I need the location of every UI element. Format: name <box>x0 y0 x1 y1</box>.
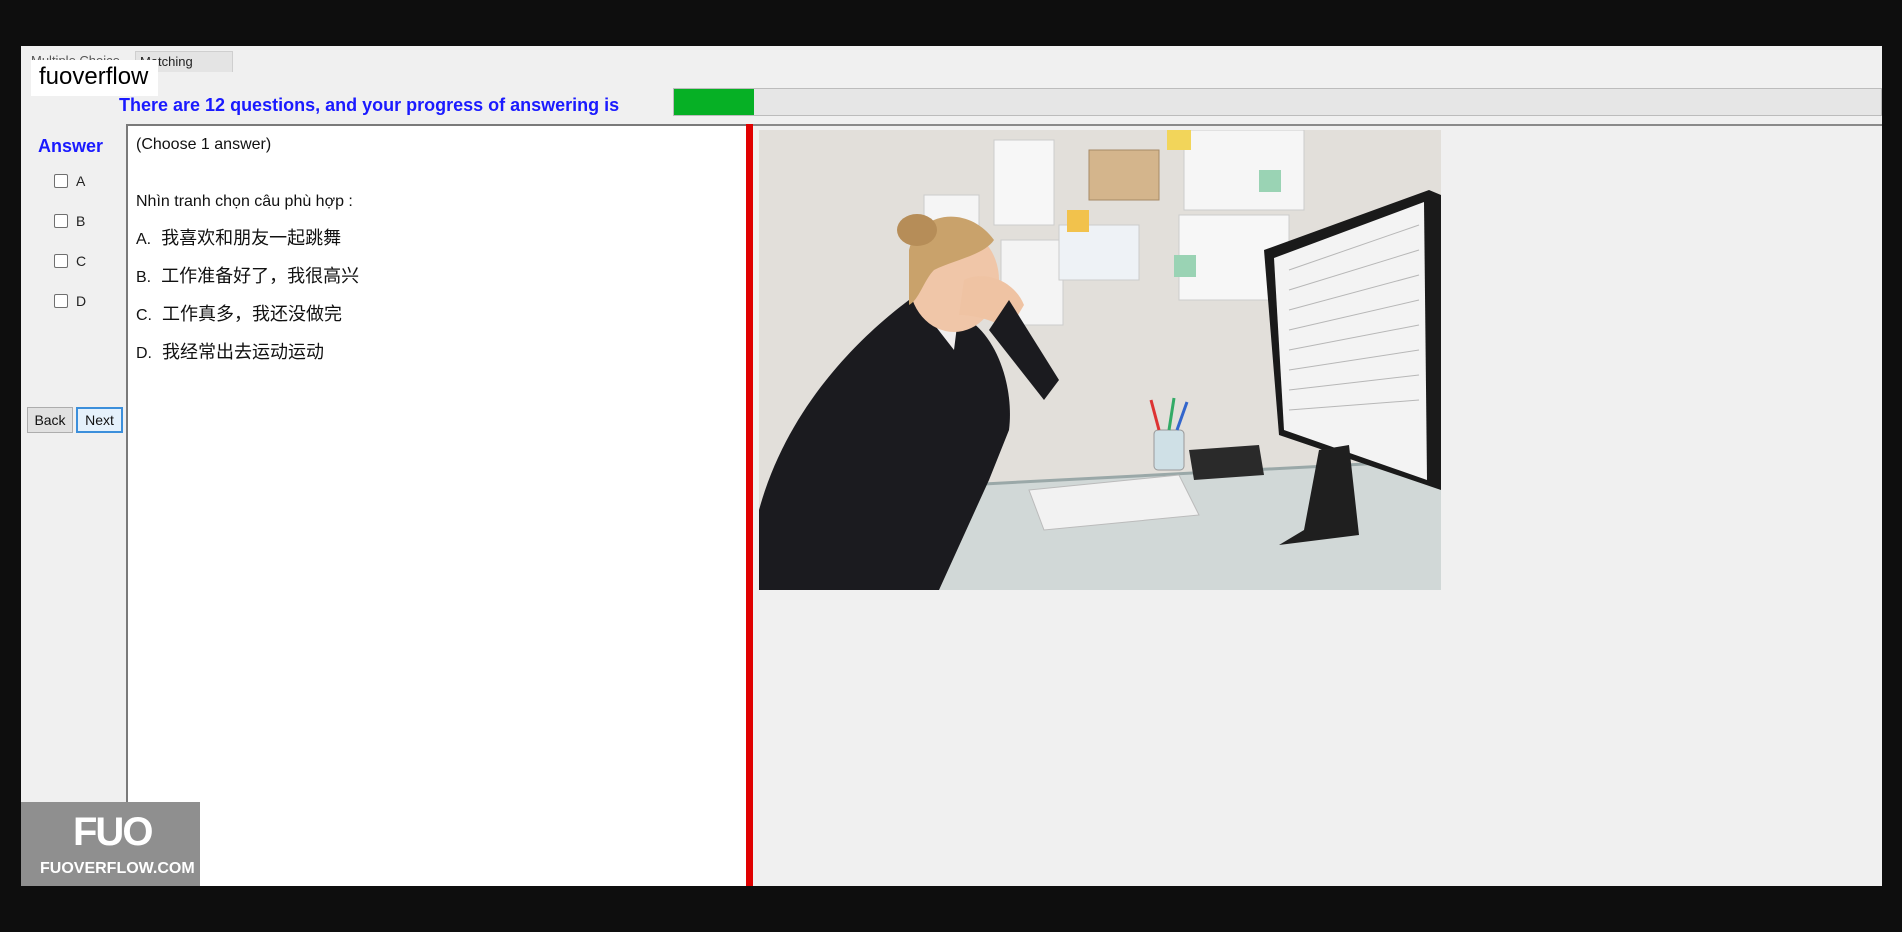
choice-a: A. 我喜欢和朋友一起跳舞 <box>136 224 341 250</box>
option-label: A <box>76 173 86 189</box>
logo-site: FUOVERFLOW.COM <box>40 860 195 877</box>
choice-text: 我经常出去运动运动 <box>162 342 324 363</box>
watermark-label: fuoverflow <box>31 60 159 96</box>
choice-letter: C. <box>136 307 152 324</box>
choice-letter: D. <box>136 345 152 362</box>
back-button[interactable]: Back <box>27 407 73 433</box>
fuoverflow-logo: FUO FUOVERFLOW.COM <box>21 802 200 886</box>
logo-mark: FUO <box>73 810 153 854</box>
answer-option-b[interactable]: B <box>54 212 85 230</box>
progress-fill <box>674 89 754 115</box>
question-instruction: (Choose 1 answer) <box>136 136 272 153</box>
answer-option-d[interactable]: D <box>54 292 86 310</box>
question-image <box>759 130 1441 590</box>
checkbox-a[interactable] <box>54 174 68 188</box>
quiz-window: Multiple Choice Matching fuoverflow Ther… <box>21 46 1882 886</box>
option-label: B <box>76 213 86 229</box>
next-button[interactable]: Next <box>76 407 123 433</box>
progress-text: There are 12 questions, and your progres… <box>119 95 620 115</box>
progress-bar <box>673 88 1882 116</box>
question-panel: (Choose 1 answer) Nhìn tranh chọn câu ph… <box>126 124 746 886</box>
choice-d: D. 我经常出去运动运动 <box>136 338 324 364</box>
stressed-office-worker-photo <box>759 130 1441 590</box>
choice-text: 工作真多，我还没做完 <box>162 304 342 325</box>
checkbox-c[interactable] <box>54 254 68 268</box>
checkbox-d[interactable] <box>54 294 68 308</box>
answer-option-c[interactable]: C <box>54 252 86 270</box>
image-panel <box>753 124 1882 886</box>
choice-text: 我喜欢和朋友一起跳舞 <box>161 228 342 249</box>
choice-text: 工作准备好了，我很高兴 <box>161 266 360 287</box>
panel-divider[interactable] <box>746 124 753 886</box>
answer-heading: Answer <box>38 136 104 156</box>
answer-option-a[interactable]: A <box>54 172 85 190</box>
checkbox-b[interactable] <box>54 214 68 228</box>
question-prompt: Nhìn tranh chọn câu phù hợp : <box>136 193 353 210</box>
option-label: D <box>76 293 87 309</box>
option-label: C <box>76 253 87 269</box>
choice-b: B. 工作准备好了，我很高兴 <box>136 262 359 288</box>
choice-c: C. 工作真多，我还没做完 <box>136 300 342 326</box>
choice-letter: B. <box>136 269 152 286</box>
choice-letter: A. <box>136 231 152 248</box>
